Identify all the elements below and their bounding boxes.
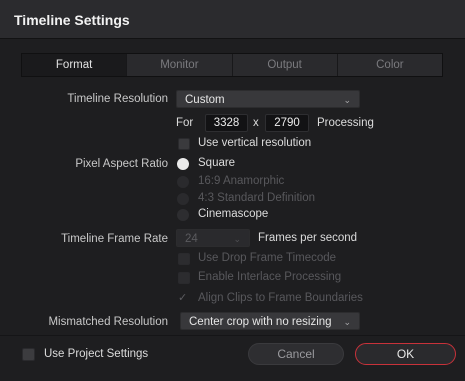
mismatched-resolution-dropdown[interactable]: Center crop with no resizing ⌄	[180, 312, 360, 330]
option-16-9-anamorphic-label: 16:9 Anamorphic	[198, 175, 285, 187]
vertical-resolution-checkbox[interactable]	[178, 138, 190, 150]
cancel-button[interactable]: Cancel	[248, 343, 344, 365]
tab-output[interactable]: Output	[231, 54, 337, 76]
option-cinemascope-label: Cinemascope	[198, 208, 269, 220]
interlace-processing-label: Enable Interlace Processing	[198, 271, 342, 283]
title-bar[interactable]: Timeline Settings	[0, 0, 465, 39]
mismatched-resolution-label: Mismatched Resolution	[48, 316, 168, 328]
frame-rate-dropdown[interactable]: 24 ⌄	[176, 229, 250, 247]
frames-per-second-label: Frames per second	[258, 232, 358, 244]
timeline-resolution-dropdown[interactable]: Custom ⌄	[176, 90, 360, 108]
for-label: For	[176, 117, 194, 129]
ok-button[interactable]: OK	[355, 343, 456, 365]
footer-divider	[0, 335, 465, 336]
radio-cinemascope[interactable]	[177, 209, 189, 221]
processing-label: Processing	[317, 117, 374, 129]
tab-monitor[interactable]: Monitor	[126, 54, 231, 76]
use-project-settings-checkbox[interactable]	[22, 348, 35, 361]
drop-frame-timecode-checkbox[interactable]	[178, 253, 190, 265]
option-square-label: Square	[198, 157, 236, 169]
timeline-settings-dialog: Timeline Settings Format Monitor Output …	[0, 0, 465, 381]
chevron-down-icon: ⌄	[343, 317, 351, 327]
dialog-title: Timeline Settings	[14, 12, 130, 28]
resolution-height-input[interactable]: 2790	[265, 114, 309, 132]
resolution-x-label: x	[253, 117, 259, 129]
timeline-resolution-label: Timeline Resolution	[67, 93, 168, 105]
chevron-down-icon: ⌄	[343, 95, 351, 105]
radio-4-3-standard[interactable]	[177, 193, 189, 205]
vertical-resolution-label: Use vertical resolution	[198, 137, 312, 149]
timeline-frame-rate-label: Timeline Frame Rate	[61, 233, 168, 245]
radio-square[interactable]	[177, 158, 189, 170]
frame-rate-value: 24	[185, 233, 198, 245]
drop-frame-timecode-label: Use Drop Frame Timecode	[198, 252, 337, 264]
tab-color[interactable]: Color	[336, 54, 442, 76]
use-project-settings-label: Use Project Settings	[44, 348, 149, 360]
radio-16-9-anamorphic[interactable]	[177, 176, 189, 188]
pixel-aspect-ratio-label: Pixel Aspect Ratio	[75, 158, 168, 170]
tab-bar: Format Monitor Output Color	[21, 53, 443, 77]
align-clips-label: Align Clips to Frame Boundaries	[198, 292, 363, 304]
interlace-processing-checkbox[interactable]	[178, 272, 190, 284]
tab-format[interactable]: Format	[22, 54, 127, 76]
chevron-down-icon: ⌄	[233, 234, 241, 244]
checkmark-icon[interactable]: ✓	[178, 292, 187, 304]
resolution-width-input[interactable]: 3328	[205, 114, 248, 132]
mismatched-resolution-value: Center crop with no resizing	[189, 316, 332, 328]
option-4-3-standard-label: 4:3 Standard Definition	[198, 192, 315, 204]
timeline-resolution-value: Custom	[185, 94, 225, 106]
